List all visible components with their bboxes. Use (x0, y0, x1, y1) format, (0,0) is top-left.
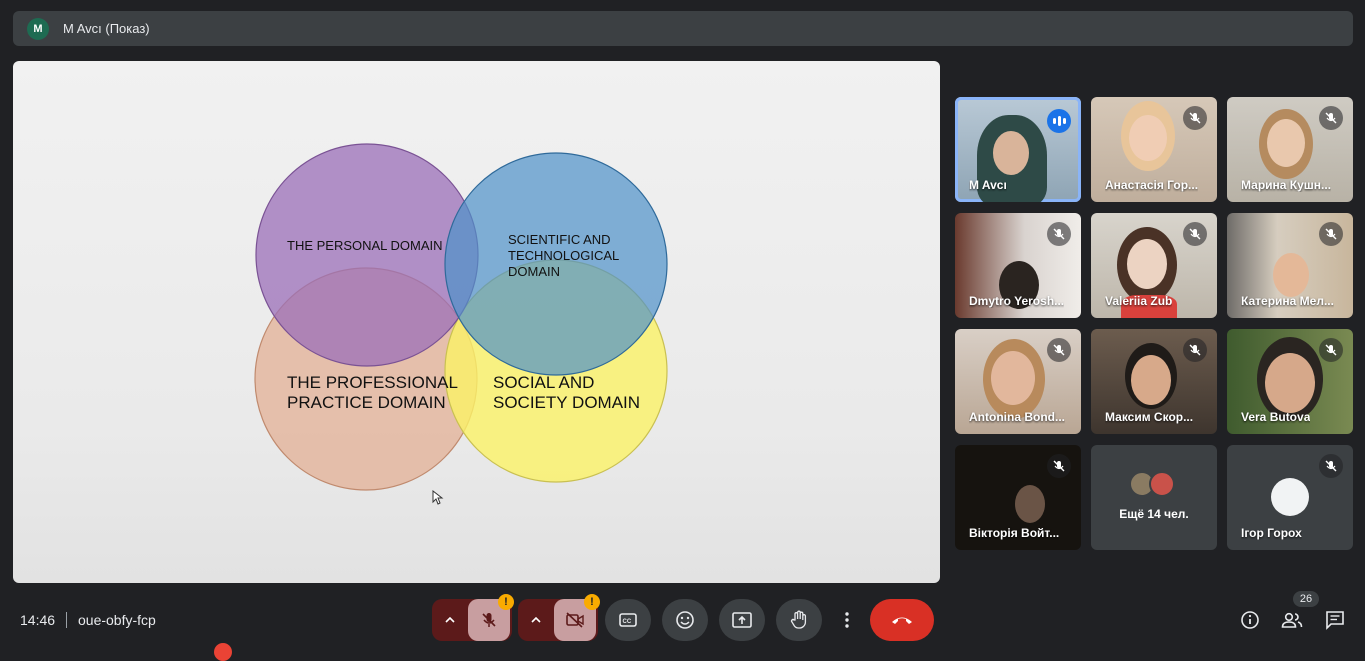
presenter-label: M Avcı (Показ) (63, 21, 150, 36)
end-call-icon (892, 617, 912, 624)
more-options-button[interactable] (834, 599, 860, 641)
camera-off-icon (566, 612, 584, 628)
participant-tile[interactable]: Dmytro Yerosh... (955, 213, 1081, 318)
mic-off-icon (1047, 338, 1071, 362)
participant-name: Dmytro Yerosh... (969, 294, 1065, 308)
present-screen-button[interactable] (719, 599, 765, 641)
divider (66, 612, 67, 628)
mic-off-icon (1319, 338, 1343, 362)
mic-off-icon (1319, 222, 1343, 246)
participant-tile[interactable]: Анастасія Гор... (1091, 97, 1217, 202)
participant-name: Марина Кушн... (1241, 178, 1332, 192)
participant-name: Катерина Мел... (1241, 294, 1334, 308)
mic-off-icon (1047, 222, 1071, 246)
info-icon (1241, 611, 1259, 629)
label-professional: THE PROFESSIONAL PRACTICE DOMAIN (287, 373, 462, 412)
chevron-up-icon (531, 617, 541, 623)
warning-icon: ! (584, 594, 600, 610)
meeting-code: oue-obfy-fcp (78, 612, 156, 628)
camera-control: ! (518, 594, 600, 641)
mic-toggle-button[interactable]: ! (468, 594, 514, 641)
participant-tile[interactable]: Valeriia Zub (1091, 213, 1217, 318)
mic-off-icon (1047, 454, 1071, 478)
more-participants-avatars (1129, 471, 1175, 497)
participant-name: Ігор Горох (1241, 526, 1302, 540)
meeting-controls-bar: 14:46 oue-obfy-fcp ! ! CC 26 (0, 590, 1365, 650)
participant-tile[interactable]: Вікторія Войт... (955, 445, 1081, 550)
raise-hand-icon (790, 610, 807, 629)
camera-toggle-button[interactable]: ! (554, 594, 600, 641)
people-icon (1281, 612, 1303, 628)
mouse-cursor-icon (432, 490, 444, 505)
participants-grid: M Avcı Анастасія Гор... Марина Кушн... D… (955, 97, 1353, 550)
camera-options-button[interactable] (518, 599, 554, 641)
participants-count-badge: 26 (1293, 591, 1319, 607)
captions-icon: CC (619, 613, 637, 627)
label-personal: THE PERSONAL DOMAIN (287, 238, 443, 253)
more-participants-tile[interactable]: Ещё 14 чел. (1091, 445, 1217, 550)
recording-indicator (214, 643, 232, 661)
presenter-bar: M M Avcı (Показ) (13, 11, 1353, 46)
meeting-time: 14:46 (20, 612, 56, 628)
captions-button[interactable]: CC (605, 599, 651, 641)
warning-icon: ! (498, 594, 514, 610)
end-call-button[interactable] (870, 599, 934, 641)
more-vert-icon (845, 612, 849, 628)
participant-tile[interactable]: M Avcı (955, 97, 1081, 202)
participant-name: M Avcı (969, 178, 1007, 192)
mic-options-button[interactable] (432, 599, 468, 641)
mic-off-icon (1183, 106, 1207, 130)
participant-name: Анастасія Гор... (1105, 178, 1199, 192)
mic-off-icon (1319, 106, 1343, 130)
mic-off-icon (1183, 338, 1207, 362)
avatar: M (27, 17, 49, 40)
participant-tile[interactable]: Vera Butova (1227, 329, 1353, 434)
mic-off-icon (482, 613, 496, 627)
participant-name: Valeriia Zub (1105, 294, 1173, 308)
meeting-info-button[interactable] (1236, 608, 1264, 632)
circle-personal (255, 143, 479, 367)
participant-tile[interactable]: Марина Кушн... (1227, 97, 1353, 202)
mic-off-icon (1319, 454, 1343, 478)
avatar (1271, 478, 1309, 516)
emoji-icon (676, 611, 694, 629)
participant-tile[interactable]: Катерина Мел... (1227, 213, 1353, 318)
participant-tile[interactable]: Максим Скор... (1091, 329, 1217, 434)
participant-tile[interactable]: Antonina Bond... (955, 329, 1081, 434)
chat-icon (1326, 611, 1344, 630)
present-screen-icon (732, 612, 752, 628)
mic-off-icon (1183, 222, 1207, 246)
svg-text:CC: CC (623, 619, 632, 625)
chevron-up-icon (445, 617, 455, 623)
speaking-indicator-icon (1047, 109, 1071, 133)
chat-button[interactable] (1321, 608, 1349, 632)
participant-name: Максим Скор... (1105, 410, 1194, 424)
raise-hand-button[interactable] (776, 599, 822, 641)
venn-diagram: THE PERSONAL DOMAIN SCIENTIFIC AND TECHN… (254, 143, 668, 491)
people-button[interactable] (1278, 608, 1306, 632)
microphone-control: ! (432, 594, 514, 641)
reactions-button[interactable] (662, 599, 708, 641)
participant-tile[interactable]: Ігор Горох (1227, 445, 1353, 550)
presentation-slide: THE PERSONAL DOMAIN SCIENTIFIC AND TECHN… (13, 61, 940, 583)
more-participants-label: Ещё 14 чел. (1119, 507, 1189, 521)
participant-name: Vera Butova (1241, 410, 1311, 424)
participant-name: Antonina Bond... (969, 410, 1065, 424)
participant-name: Вікторія Войт... (969, 526, 1060, 540)
